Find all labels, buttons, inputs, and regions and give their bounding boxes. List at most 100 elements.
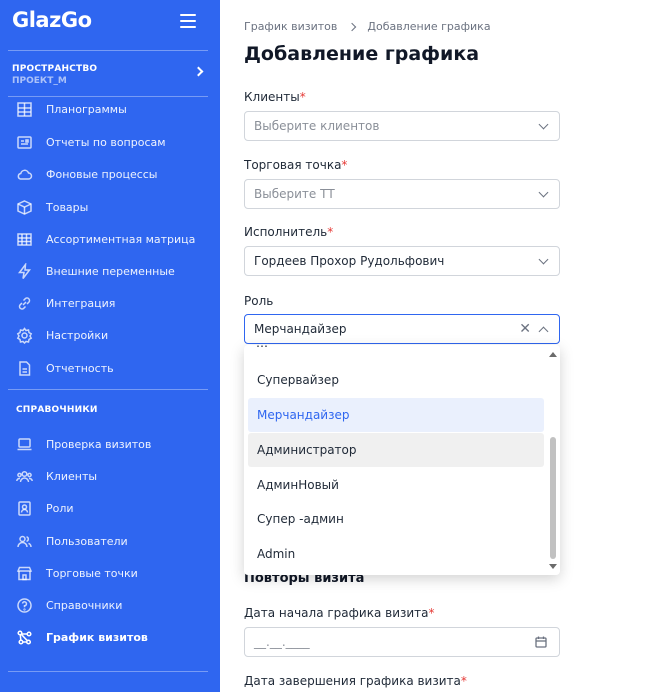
breadcrumb-parent-link[interactable]: График визитов <box>244 20 337 33</box>
clients-select[interactable]: Выберите клиентов <box>244 111 560 141</box>
document-icon <box>16 360 33 377</box>
sidebar-divider <box>8 50 208 51</box>
start-date-placeholder: __.__.____ <box>254 635 310 649</box>
sidebar-item-outlets[interactable]: Торговые точки <box>16 561 212 585</box>
breadcrumb-current: Добавление графика <box>367 20 491 33</box>
role-option-hovered[interactable]: Администратор <box>248 433 544 467</box>
scrollbar-thumb[interactable] <box>550 437 556 559</box>
chevron-down-icon <box>538 254 549 265</box>
sidebar-item-settings[interactable]: Настройки <box>16 323 212 347</box>
sidebar-divider <box>8 389 208 390</box>
lightning-icon <box>16 262 33 280</box>
sidebar-item-label: Планограммы <box>46 102 127 116</box>
start-date-label-text: Дата начала графика визита <box>244 606 429 620</box>
sidebar-item-label: Пользователи <box>46 534 128 548</box>
id-card-icon <box>16 500 33 517</box>
workspace-name: ПРОЕКТ_М <box>12 76 67 86</box>
sidebar-item-clients[interactable]: Клиенты <box>16 464 212 488</box>
clients-label-text: Клиенты <box>244 90 300 104</box>
box-icon <box>16 199 33 216</box>
sidebar-divider <box>8 671 208 672</box>
sidebar-item-background-processes[interactable]: Фоновые процессы <box>16 162 212 186</box>
role-dropdown: … Супервайзер Мерчандайзер Администратор… <box>244 345 560 575</box>
partial-option: … <box>256 345 268 350</box>
executor-label: Исполнитель* <box>244 225 333 239</box>
executor-value: Гордеев Прохор Рудольфович <box>254 254 445 268</box>
clear-icon[interactable]: ✕ <box>519 321 531 337</box>
sidebar-item-label: Роли <box>46 501 74 515</box>
end-date-label-text: Дата завершения графика визита <box>244 674 461 688</box>
chevron-up-icon <box>538 326 549 337</box>
sidebar-item-label: Внешние переменные <box>46 264 175 278</box>
calendar-icon[interactable] <box>535 636 547 648</box>
sidebar-item-label: Справочники <box>46 598 123 612</box>
app-logo[interactable]: GlazGo <box>12 8 92 32</box>
clients-label: Клиенты* <box>244 90 306 104</box>
sidebar-item-visit-check[interactable]: Проверка визитов <box>16 432 212 456</box>
role-value: Мерчандайзер <box>254 322 347 336</box>
table-icon <box>16 231 33 248</box>
menu-toggle-icon[interactable] <box>180 14 196 28</box>
section-title-references: СПРАВОЧНИКИ <box>16 405 98 415</box>
start-date-input[interactable]: __.__.____ <box>244 627 560 657</box>
store-icon <box>16 565 33 582</box>
clients-placeholder: Выберите клиентов <box>254 119 380 133</box>
sidebar-item-external-variables[interactable]: Внешние переменные <box>16 259 212 283</box>
role-option[interactable]: Супер -админ <box>248 502 544 536</box>
sidebar-item-label: Настройки <box>46 328 109 342</box>
gear-icon <box>16 326 33 344</box>
role-label: Роль <box>244 294 274 308</box>
book-icon <box>16 597 33 614</box>
sidebar-item-label: Фоновые процессы <box>46 167 158 181</box>
required-marker: * <box>428 606 435 620</box>
role-select[interactable]: Мерчандайзер ✕ <box>244 314 560 344</box>
users-icon <box>16 468 33 485</box>
sidebar-item-users[interactable]: Пользователи <box>16 529 212 553</box>
role-option[interactable]: Супервайзер <box>248 363 544 397</box>
scroll-up-arrow-icon[interactable] <box>549 352 557 357</box>
sidebar-item-label: Торговые точки <box>46 566 138 580</box>
executor-label-text: Исполнитель <box>244 225 328 239</box>
sidebar-item-planograms[interactable]: Планограммы <box>16 97 212 121</box>
sidebar-item-assortment-matrix[interactable]: Ассортиментная матрица <box>16 227 212 251</box>
outlet-select[interactable]: Выберите ТТ <box>244 179 560 209</box>
end-date-label: Дата завершения графика визита* <box>244 674 467 688</box>
laptop-icon <box>16 436 33 453</box>
user-group-icon <box>16 533 33 550</box>
sidebar-item-label: Интеграция <box>46 296 116 310</box>
planogram-icon <box>16 101 33 118</box>
sidebar-item-roles[interactable]: Роли <box>16 496 212 520</box>
chevron-right-icon <box>348 22 357 31</box>
role-option[interactable]: АдминНовый <box>248 468 544 502</box>
executor-select[interactable]: Гордеев Прохор Рудольфович <box>244 246 560 276</box>
sidebar-item-label: Отчетность <box>46 361 114 375</box>
outlet-label: Торговая точка* <box>244 158 347 172</box>
sidebar-item-question-reports[interactable]: Отчеты по вопросам <box>16 130 212 154</box>
sidebar-item-products[interactable]: Товары <box>16 195 212 219</box>
report-icon <box>16 134 33 151</box>
start-date-label: Дата начала графика визита* <box>244 606 435 620</box>
link-icon <box>16 295 33 312</box>
cloud-icon <box>16 166 33 183</box>
workspace-title: ПРОСТРАНСТВО <box>12 64 98 74</box>
sidebar-item-directories[interactable]: Справочники <box>16 593 212 617</box>
graph-icon <box>16 629 33 646</box>
sidebar-item-reporting[interactable]: Отчетность <box>16 356 212 380</box>
sidebar-item-label: Ассортиментная матрица <box>46 232 196 246</box>
workspace-switcher[interactable]: ПРОСТРАНСТВО ПРОЕКТ_М <box>12 64 208 94</box>
role-option[interactable]: Admin <box>248 537 544 571</box>
sidebar-item-integration[interactable]: Интеграция <box>16 291 212 315</box>
sidebar-item-label: Проверка визитов <box>46 437 152 451</box>
chevron-down-icon <box>538 119 549 130</box>
role-option-selected[interactable]: Мерчандайзер <box>248 398 544 432</box>
required-marker: * <box>299 90 306 104</box>
sidebar-item-label: Клиенты <box>46 469 98 483</box>
sidebar-item-label: Товары <box>46 200 89 214</box>
sidebar-item-label: Отчеты по вопросам <box>46 135 166 149</box>
breadcrumb: График визитов Добавление графика <box>244 20 491 33</box>
scroll-down-arrow-icon[interactable] <box>549 564 557 569</box>
sidebar-item-visit-schedule[interactable]: График визитов <box>16 625 212 649</box>
required-marker: * <box>327 225 334 239</box>
required-marker: * <box>460 674 467 688</box>
chevron-down-icon <box>538 187 549 198</box>
